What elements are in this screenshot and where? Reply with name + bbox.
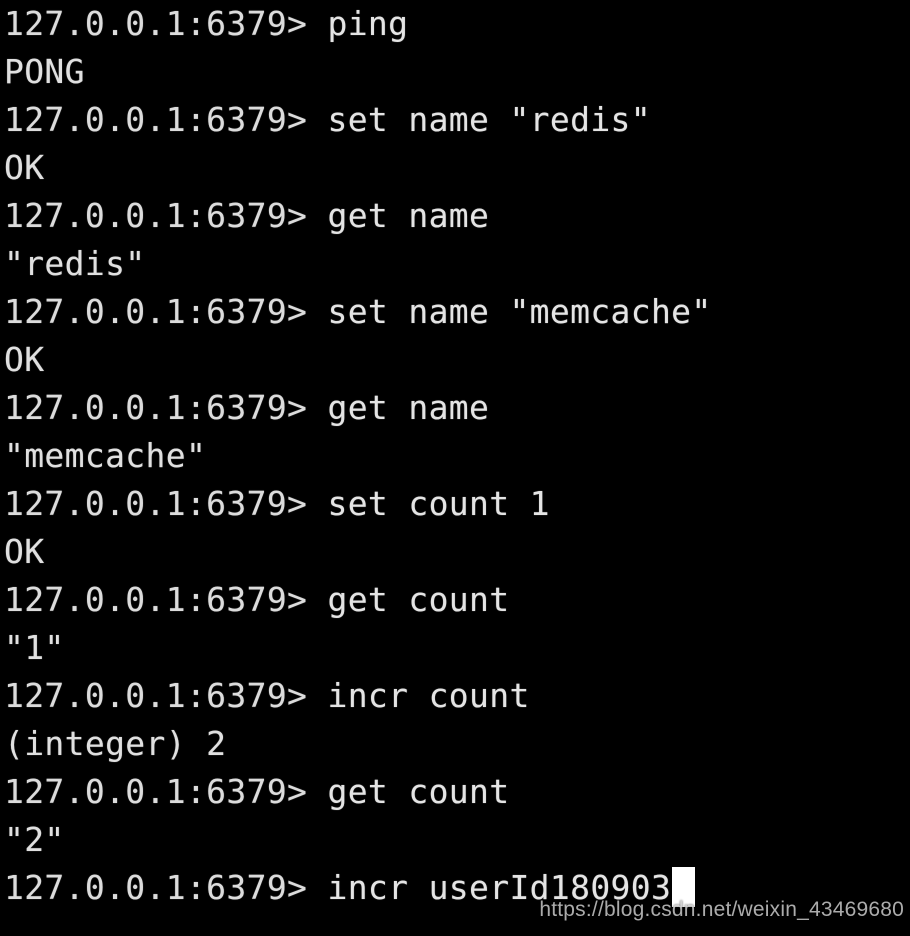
terminal-command-text: incr count xyxy=(307,676,530,715)
terminal-command-text: set count 1 xyxy=(307,484,550,523)
terminal-output-line: OK xyxy=(4,528,910,576)
terminal-prompt: 127.0.0.1:6379> xyxy=(4,388,308,427)
terminal-command-text: ping xyxy=(307,4,409,43)
terminal-output-text: "memcache" xyxy=(4,436,207,475)
terminal-output-line: "1" xyxy=(4,624,910,672)
terminal-output-line: "2" xyxy=(4,816,910,864)
terminal-command-line: 127.0.0.1:6379> set name "redis" xyxy=(4,96,910,144)
terminal-command-line: 127.0.0.1:6379> incr count xyxy=(4,672,910,720)
terminal-window[interactable]: 127.0.0.1:6379> ping PONG 127.0.0.1:6379> … xyxy=(0,0,910,936)
terminal-output-text: (integer) 2 xyxy=(4,724,227,763)
terminal-command-line: 127.0.0.1:6379> set name "memcache" xyxy=(4,288,910,336)
terminal-output-text: "2" xyxy=(4,820,65,859)
terminal-command-line: 127.0.0.1:6379> get count xyxy=(4,576,910,624)
terminal-command-text: get name xyxy=(307,388,490,427)
terminal-output-text: OK xyxy=(4,148,45,187)
terminal-prompt: 127.0.0.1:6379> xyxy=(4,196,308,235)
terminal-prompt: 127.0.0.1:6379> xyxy=(4,772,308,811)
terminal-command-line: 127.0.0.1:6379> get name xyxy=(4,192,910,240)
terminal-output-area[interactable]: 127.0.0.1:6379> ping PONG 127.0.0.1:6379> … xyxy=(4,0,910,912)
terminal-command-text: get count xyxy=(307,580,510,619)
terminal-prompt: 127.0.0.1:6379> xyxy=(4,484,308,523)
terminal-output-line: "redis" xyxy=(4,240,910,288)
terminal-output-text: PONG xyxy=(4,52,85,91)
terminal-output-text: "redis" xyxy=(4,244,146,283)
terminal-command-line: 127.0.0.1:6379> get name xyxy=(4,384,910,432)
terminal-command-text: get count xyxy=(307,772,510,811)
terminal-command-text: get name xyxy=(307,196,490,235)
terminal-prompt: 127.0.0.1:6379> xyxy=(4,4,308,43)
terminal-output-line: "memcache" xyxy=(4,432,910,480)
terminal-prompt: 127.0.0.1:6379> xyxy=(4,676,308,715)
terminal-output-text: OK xyxy=(4,532,45,571)
terminal-command-text: set name "redis" xyxy=(307,100,651,139)
terminal-prompt: 127.0.0.1:6379> xyxy=(4,868,308,907)
terminal-output-text: OK xyxy=(4,340,45,379)
terminal-command-line: 127.0.0.1:6379> ping xyxy=(4,0,910,48)
terminal-command-line: 127.0.0.1:6379> get count xyxy=(4,768,910,816)
terminal-prompt: 127.0.0.1:6379> xyxy=(4,292,308,331)
terminal-prompt: 127.0.0.1:6379> xyxy=(4,580,308,619)
terminal-prompt: 127.0.0.1:6379> xyxy=(4,100,308,139)
terminal-command-line: 127.0.0.1:6379> set count 1 xyxy=(4,480,910,528)
terminal-command-text: set name "memcache" xyxy=(307,292,712,331)
terminal-output-line: OK xyxy=(4,144,910,192)
terminal-output-text: "1" xyxy=(4,628,65,667)
terminal-output-line: (integer) 2 xyxy=(4,720,910,768)
blog-watermark: https://blog.csdn.net/weixin_43469680 xyxy=(539,898,904,921)
terminal-output-line: PONG xyxy=(4,48,910,96)
terminal-output-line: OK xyxy=(4,336,910,384)
